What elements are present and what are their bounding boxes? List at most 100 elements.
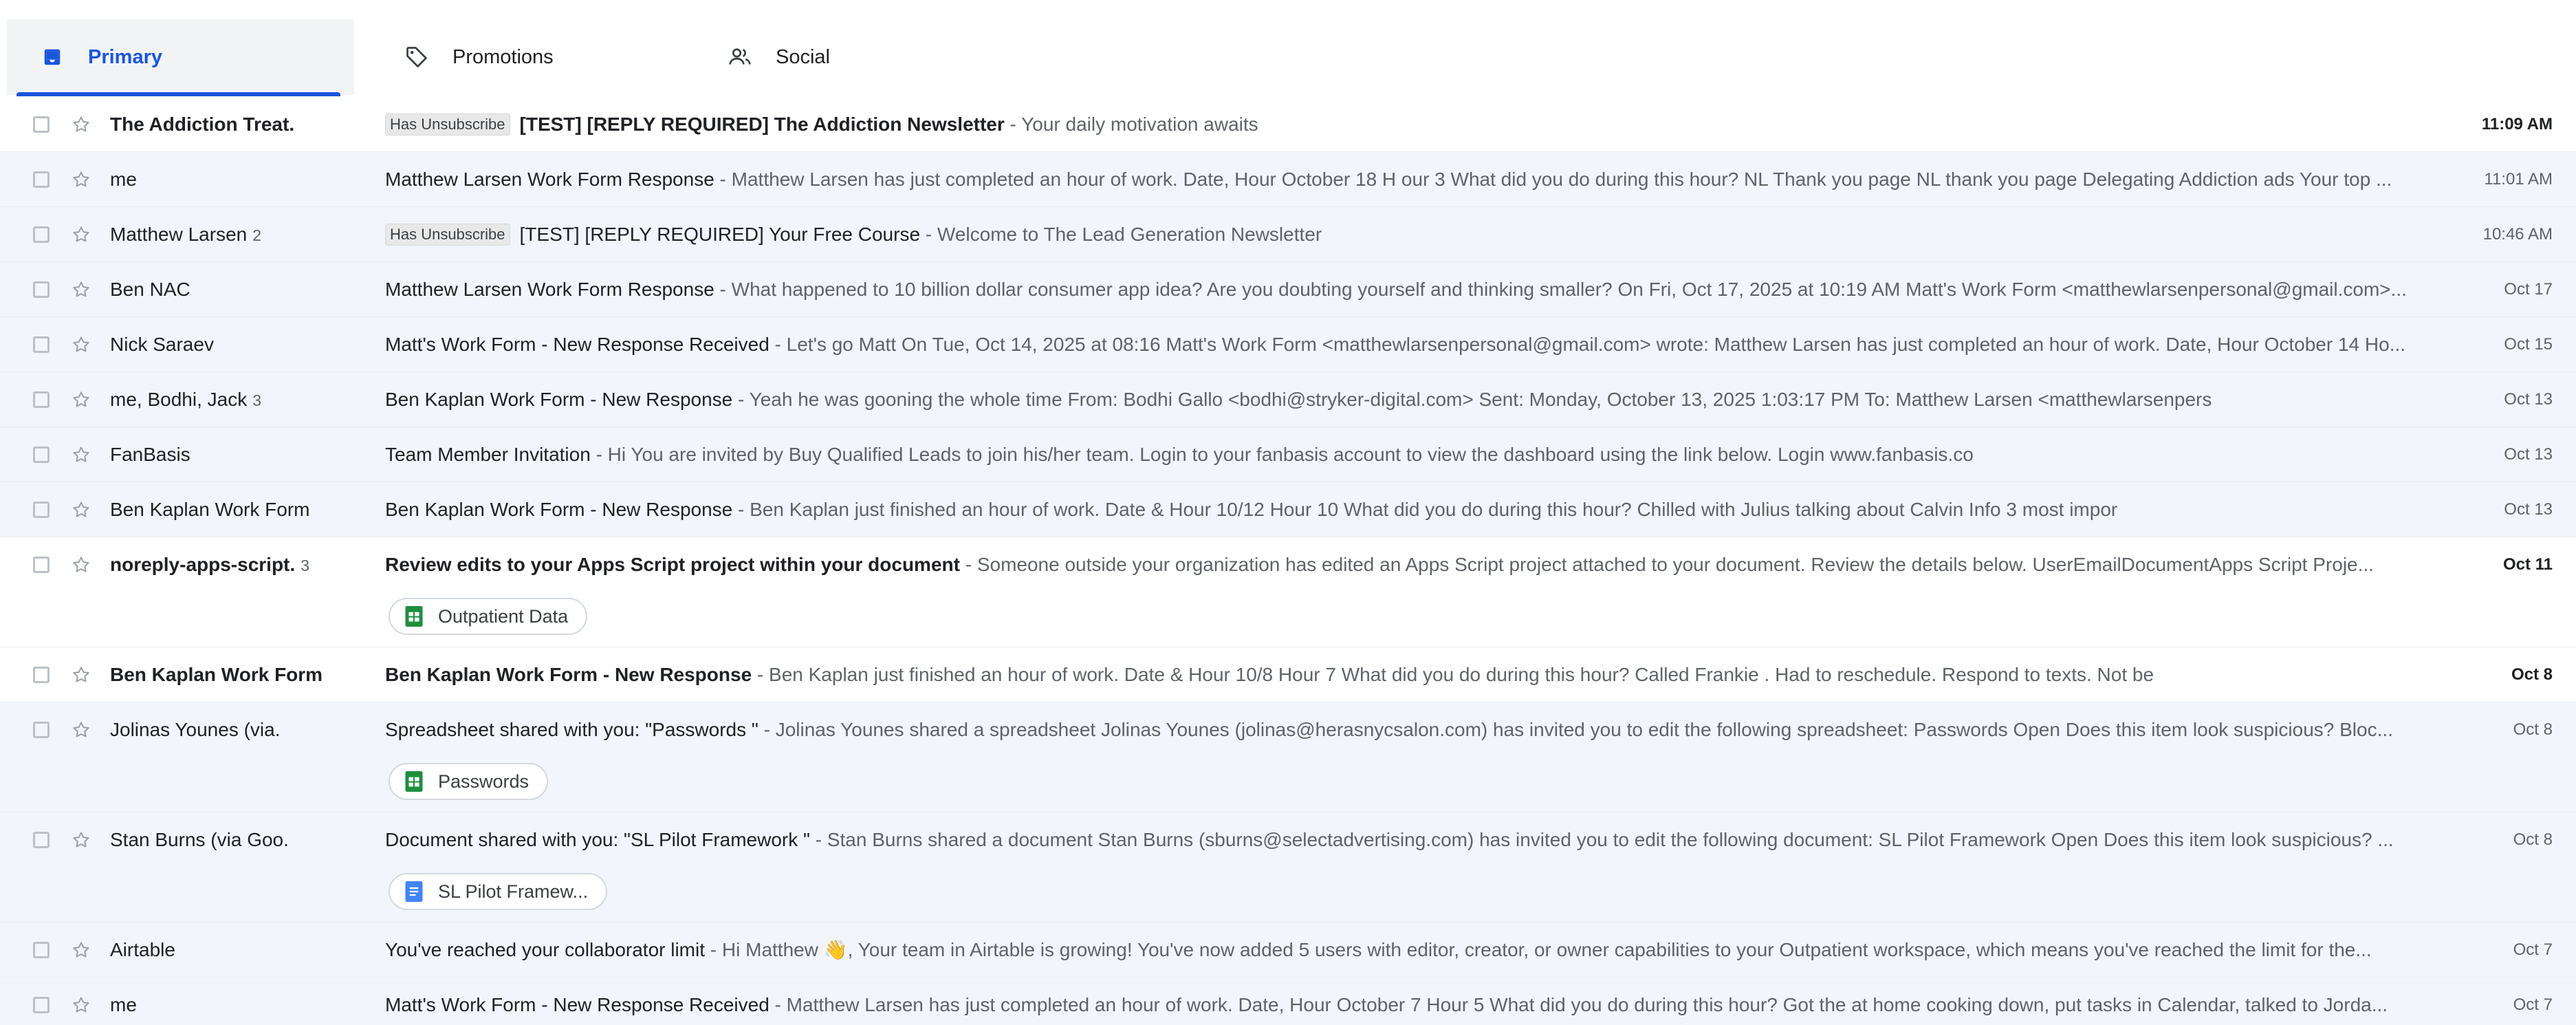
email-subject: Spreadsheet shared with you: "Passwords … [385, 719, 758, 740]
email-snippet: - Jolinas Younes shared a spreadsheet Jo… [758, 719, 2393, 740]
attachment-chip[interactable]: Outpatient Data [389, 598, 588, 635]
star-icon[interactable] [69, 552, 94, 577]
thread-count: 2 [252, 226, 262, 244]
email-row[interactable]: Airtable You've reached your collaborator… [0, 922, 2576, 978]
attachment-chip[interactable]: Passwords [389, 763, 549, 800]
sender-name: Stan Burns (via Goo. [110, 829, 289, 850]
select-checkbox[interactable] [33, 116, 50, 133]
unsubscribe-badge: Has Unsubscribe [385, 224, 510, 246]
email-snippet: - Let's go Matt On Tue, Oct 14, 2025 at … [769, 334, 2406, 355]
email-row[interactable]: Nick Saraev Matt's Work Form - New Respon… [0, 317, 2576, 372]
email-row[interactable]: FanBasis Team Member Invitation - Hi You … [0, 427, 2576, 482]
select-checkbox[interactable] [33, 997, 50, 1013]
star-icon[interactable] [69, 938, 94, 962]
email-sender: Airtable [110, 922, 371, 978]
select-checkbox[interactable] [33, 942, 50, 958]
email-subject: Matt's Work Form - New Response Received [385, 334, 769, 355]
email-row[interactable]: Stan Burns (via Goo. Document shared with… [0, 812, 2576, 922]
email-snippet: - Ben Kaplan just finished an hour of wo… [752, 664, 2154, 685]
attachment-name: SL Pilot Framew... [438, 881, 589, 902]
email-sender: me, Bodhi, Jack 3 [110, 372, 371, 427]
select-checkbox[interactable] [33, 171, 50, 188]
sender-name: noreply-apps-script. [110, 554, 296, 575]
star-icon[interactable] [69, 387, 94, 412]
attachment-chip[interactable]: SL Pilot Framew... [389, 873, 608, 910]
tab-primary[interactable]: Primary [7, 19, 354, 96]
sender-name: Airtable [110, 939, 175, 960]
star-icon[interactable] [69, 993, 94, 1017]
email-content: Review edits to your Apps Script project… [385, 537, 2414, 592]
email-date: Oct 8 [2511, 665, 2553, 684]
tab-social[interactable]: Social [695, 19, 1018, 95]
email-row[interactable]: Ben NAC Matthew Larsen Work Form Response… [0, 262, 2576, 317]
email-content: Has Unsubscribe [TEST] [REPLY REQUIRED] Y… [385, 207, 2414, 262]
active-tab-indicator [17, 92, 340, 96]
email-row[interactable]: Ben Kaplan Work Form Ben Kaplan Work Form… [0, 647, 2576, 702]
email-snippet: - Matthew Larsen has just completed an h… [714, 169, 2392, 190]
email-snippet: - Yeah he was gooning the whole time Fro… [732, 389, 2212, 410]
email-content: Team Member Invitation - Hi You are invi… [385, 427, 2414, 482]
email-date: Oct 17 [2504, 280, 2553, 299]
email-row[interactable]: me Matt's Work Form - New Response Receiv… [0, 978, 2576, 1025]
star-icon[interactable] [69, 662, 94, 687]
email-row[interactable]: Matthew Larsen 2 Has Unsubscribe [TEST] [RE… [0, 207, 2576, 262]
email-snippet: - What happened to 10 billion dollar con… [714, 279, 2407, 300]
email-snippet: - Hi You are invited by Buy Qualified Le… [590, 444, 1974, 465]
email-row[interactable]: me Matthew Larsen Work Form Response - Ma… [0, 152, 2576, 207]
thread-count: 3 [252, 391, 261, 409]
select-checkbox[interactable] [33, 446, 50, 463]
sheets-icon [404, 771, 424, 792]
email-row[interactable]: The Addiction Treat. Has Unsubscribe [TEST… [0, 97, 2576, 152]
email-sender: me [110, 152, 371, 207]
email-date: 11:09 AM [2481, 115, 2553, 133]
star-icon[interactable] [69, 222, 94, 247]
star-icon[interactable] [69, 828, 94, 852]
select-checkbox[interactable] [33, 557, 50, 573]
select-checkbox[interactable] [33, 336, 50, 353]
star-icon[interactable] [69, 497, 94, 522]
email-row[interactable]: Jolinas Younes (via. Spreadsheet shared w… [0, 702, 2576, 812]
sender-name: The Addiction Treat. [110, 114, 295, 135]
email-content: Matt's Work Form - New Response Received… [385, 978, 2414, 1025]
sender-name: Matthew Larsen [110, 224, 248, 245]
star-icon[interactable] [69, 442, 94, 467]
email-row[interactable]: me, Bodhi, Jack 3 Ben Kaplan Work Form - N… [0, 372, 2576, 427]
select-checkbox[interactable] [33, 281, 50, 298]
email-snippet: - Your daily motivation awaits [1004, 114, 1258, 135]
select-checkbox[interactable] [33, 501, 50, 518]
people-icon [725, 42, 755, 72]
email-content: Ben Kaplan Work Form - New Response - Be… [385, 647, 2414, 702]
email-content: Ben Kaplan Work Form - New Response - Ye… [385, 372, 2414, 427]
email-subject: You've reached your collaborator limit [385, 939, 706, 960]
email-date: Oct 13 [2504, 390, 2553, 409]
attachment-name: Outpatient Data [438, 605, 569, 627]
select-checkbox[interactable] [33, 832, 50, 848]
star-icon[interactable] [69, 277, 94, 302]
sender-name: me, Bodhi, Jack [110, 389, 248, 410]
select-checkbox[interactable] [33, 226, 50, 243]
email-row[interactable]: noreply-apps-script. 3 Review edits to you… [0, 537, 2576, 647]
email-sender: me [110, 978, 371, 1025]
star-icon[interactable] [69, 112, 94, 137]
select-checkbox[interactable] [33, 667, 50, 683]
docs-icon [404, 881, 424, 902]
star-icon[interactable] [69, 332, 94, 357]
sender-name: Ben Kaplan Work Form [110, 499, 310, 520]
email-sender: Ben NAC [110, 262, 371, 317]
select-checkbox[interactable] [33, 722, 50, 738]
email-subject: Review edits to your Apps Script project… [385, 554, 960, 575]
sender-name: me [110, 169, 137, 190]
email-date: Oct 15 [2504, 335, 2553, 354]
email-content: Has Unsubscribe [TEST] [REPLY REQUIRED] T… [385, 97, 2414, 152]
tab-label: Promotions [452, 45, 554, 68]
select-checkbox[interactable] [33, 391, 50, 408]
tab-promotions[interactable]: Promotions [371, 19, 695, 95]
star-icon[interactable] [69, 718, 94, 742]
email-content: You've reached your collaborator limit -… [385, 922, 2414, 978]
email-date: Oct 13 [2504, 445, 2553, 464]
email-sender: Ben Kaplan Work Form [110, 482, 371, 537]
star-icon[interactable] [69, 167, 94, 192]
email-sender: noreply-apps-script. 3 [110, 537, 371, 592]
email-row[interactable]: Ben Kaplan Work Form Ben Kaplan Work Form… [0, 482, 2576, 537]
sheets-icon [404, 606, 424, 627]
